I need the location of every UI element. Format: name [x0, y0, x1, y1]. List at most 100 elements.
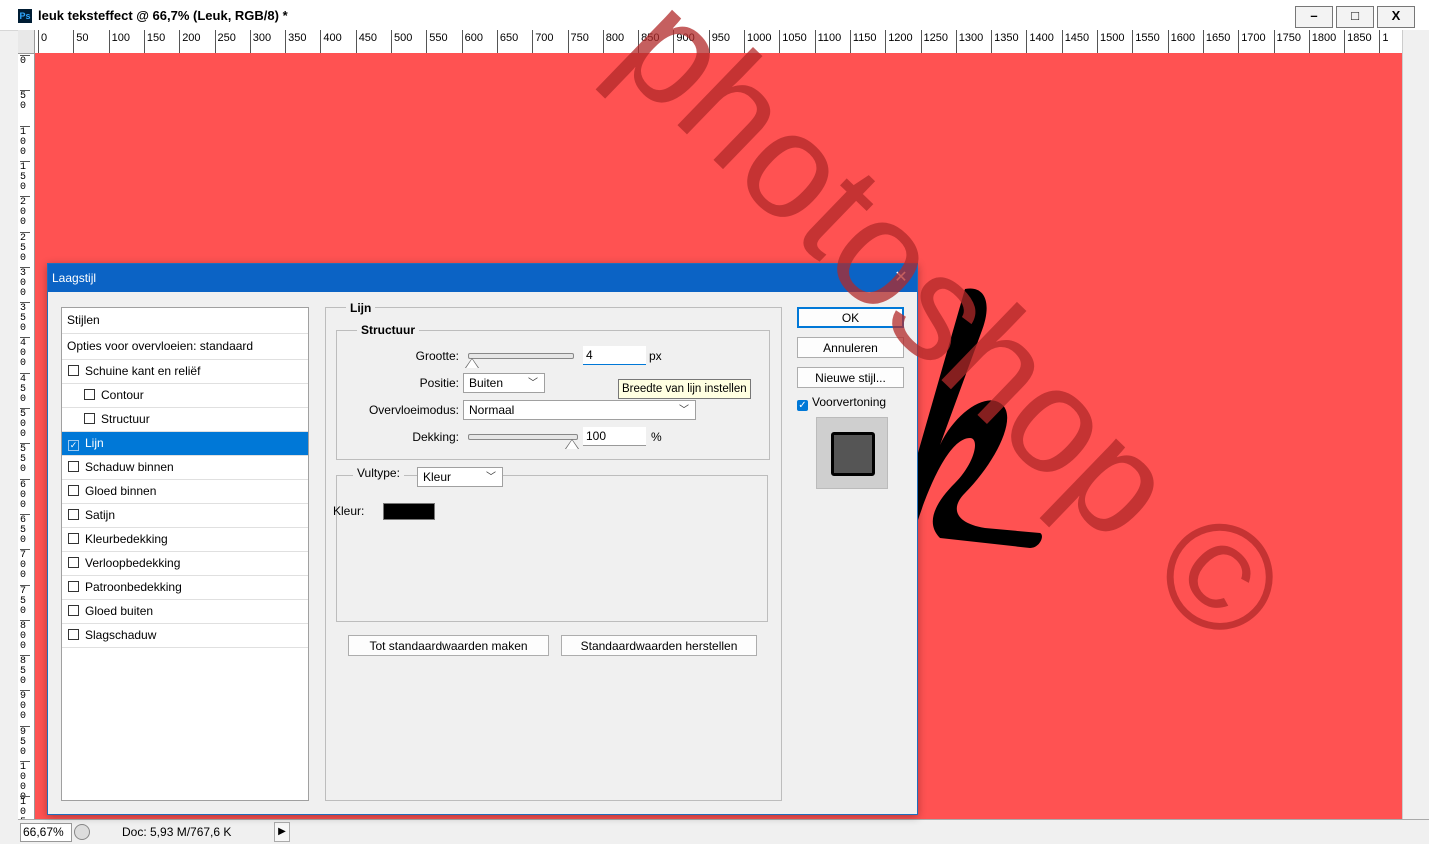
ruler-corner[interactable]	[18, 30, 35, 54]
ruler-h-label: 1650	[1202, 30, 1230, 53]
ruler-v-label: 400	[20, 337, 30, 369]
ruler-v-label: 450	[20, 372, 30, 405]
checkbox-icon[interactable]	[68, 365, 79, 376]
chevron-down-icon: ﹀	[486, 472, 496, 483]
style-item-label: Gloed binnen	[85, 484, 157, 498]
make-default-button[interactable]: Tot standaardwaarden maken	[348, 635, 549, 656]
styles-list: Stijlen Opties voor overvloeien: standaa…	[61, 307, 309, 801]
ruler-h-label: 0	[38, 30, 47, 53]
new-style-button[interactable]: Nieuwe stijl...	[797, 367, 904, 388]
checkbox-icon[interactable]	[68, 533, 79, 544]
style-item-slagschaduw[interactable]: Slagschaduw	[62, 624, 308, 648]
checkbox-icon[interactable]: ✓	[68, 440, 79, 451]
color-label: Kleur:	[333, 504, 365, 518]
minimize-button[interactable]: –	[1295, 6, 1333, 28]
ruler-h-label: 650	[496, 30, 518, 53]
ruler-h-label: 1100	[814, 30, 841, 53]
ruler-h-label: 1	[1379, 30, 1389, 53]
ruler-h-label: 100	[108, 30, 130, 53]
vertical-ruler[interactable]: 0 50 100 150 200 250 300 350 400 450 500 550 600 650 7…	[18, 53, 35, 819]
fill-type-select[interactable]: Kleur ﹀	[417, 467, 503, 487]
chevron-down-icon: ﹀	[528, 378, 538, 389]
blend-options-item[interactable]: Opties voor overvloeien: standaard	[62, 334, 308, 360]
checkbox-icon[interactable]	[68, 605, 79, 616]
cancel-button[interactable]: Annuleren	[797, 337, 904, 358]
document-title: leuk teksteffect @ 66,7% (Leuk, RGB/8) *	[38, 8, 288, 23]
size-input[interactable]: 4	[583, 346, 646, 365]
checkbox-icon[interactable]	[84, 389, 95, 400]
ruler-h-label: 1750	[1273, 30, 1301, 53]
checkbox-icon[interactable]	[68, 557, 79, 568]
style-item-structuur[interactable]: Structuur	[62, 408, 308, 432]
checkbox-icon[interactable]	[68, 461, 79, 472]
ruler-h-label: 700	[532, 30, 554, 53]
vertical-scrollbar[interactable]	[1402, 30, 1429, 819]
style-item-satijn[interactable]: Satijn	[62, 504, 308, 528]
ruler-v-label: 100	[20, 125, 30, 158]
stroke-settings-panel: Lijn Structuur Grootte: 4 px Positie: Bu…	[325, 301, 782, 801]
blend-mode-select[interactable]: Normaal ﹀	[463, 400, 696, 420]
layer-style-dialog: Laagstijl ✕ Stijlen Opties voor overvloe…	[47, 263, 918, 815]
reset-default-button[interactable]: Standaardwaarden herstellen	[561, 635, 757, 656]
maximize-button[interactable]: □	[1336, 6, 1374, 28]
fill-group: Vultype: Kleur ﹀ Kleur:	[333, 466, 768, 622]
ruler-v-label: 950	[20, 725, 30, 758]
checkbox-icon[interactable]	[68, 581, 79, 592]
share-icon[interactable]	[74, 824, 90, 840]
ruler-v-label: 1050	[20, 796, 30, 819]
ruler-h-label: 850	[638, 30, 659, 53]
style-item-contour[interactable]: Contour	[62, 384, 308, 408]
preview-checkbox[interactable]: ✓ Voorvertoning	[797, 395, 886, 411]
styles-header[interactable]: Stijlen	[62, 308, 308, 334]
checkbox-icon[interactable]	[68, 629, 79, 640]
section-title: Lijn	[346, 301, 376, 315]
checkmark-icon: ✓	[797, 400, 808, 411]
zoom-field[interactable]: 66,67%	[20, 823, 72, 842]
size-slider[interactable]	[468, 353, 574, 359]
ruler-v-label: 200	[20, 196, 30, 228]
ruler-h-label: 750	[567, 30, 589, 53]
ruler-h-label: 800	[602, 30, 624, 53]
title-bar: Ps leuk teksteffect @ 66,7% (Leuk, RGB/8…	[0, 0, 1429, 31]
position-select[interactable]: Buiten ﹀	[463, 373, 545, 393]
ruler-h-label: 600	[461, 30, 483, 53]
opacity-slider[interactable]	[468, 434, 578, 440]
ruler-h-label: 950	[708, 30, 730, 53]
ruler-h-label: 1450	[1061, 30, 1089, 53]
style-item-verloopbedekking[interactable]: Verloopbedekking	[62, 552, 308, 576]
style-item-gloed-binnen[interactable]: Gloed binnen	[62, 480, 308, 504]
style-item-gloed-buiten[interactable]: Gloed buiten	[62, 600, 308, 624]
style-item-label: Schuine kant en reliëf	[85, 364, 201, 378]
style-item-lijn[interactable]: ✓ Lijn	[62, 432, 308, 456]
close-icon[interactable]: ✕	[891, 264, 911, 292]
close-window-button[interactable]: X	[1377, 6, 1415, 28]
style-item-schaduw-binnen[interactable]: Schaduw binnen	[62, 456, 308, 480]
checkbox-icon[interactable]	[68, 485, 79, 496]
style-preview	[816, 417, 888, 489]
dialog-title: Laagstijl	[52, 271, 97, 285]
checkbox-icon[interactable]	[84, 413, 95, 424]
ruler-h-label: 1500	[1097, 30, 1124, 53]
color-swatch[interactable]	[383, 503, 435, 520]
opacity-unit: %	[651, 430, 662, 444]
horizontal-ruler[interactable]: 0 50 100 150 200 250 300 350 400 450 500 550 600 650 7…	[18, 30, 1402, 54]
ok-button[interactable]: OK	[797, 307, 904, 328]
style-item-label: Lijn	[85, 436, 104, 450]
style-item-patroonbedekking[interactable]: Patroonbedekking	[62, 576, 308, 600]
fill-type-label: Vultype:	[353, 466, 404, 480]
blend-mode-label: Overvloeimodus:	[368, 403, 459, 417]
status-menu-arrow-icon[interactable]: ▶	[274, 822, 290, 842]
style-item-kleurbedekking[interactable]: Kleurbedekking	[62, 528, 308, 552]
structure-title: Structuur	[357, 323, 419, 337]
position-value: Buiten	[469, 376, 504, 390]
dialog-title-bar: Laagstijl ✕	[48, 264, 917, 292]
style-item-label: Gloed buiten	[85, 604, 154, 618]
ruler-h-label: 400	[320, 30, 342, 53]
checkbox-icon[interactable]	[68, 509, 79, 520]
style-item-schuine-kant-en-reli-f[interactable]: Schuine kant en reliëf	[62, 360, 308, 384]
ruler-v-label: 350	[20, 302, 30, 334]
ruler-h-label: 1300	[955, 30, 983, 53]
opacity-input[interactable]: 100	[583, 427, 646, 446]
ruler-v-label: 800	[20, 619, 30, 652]
photoshop-icon: Ps	[18, 9, 32, 23]
